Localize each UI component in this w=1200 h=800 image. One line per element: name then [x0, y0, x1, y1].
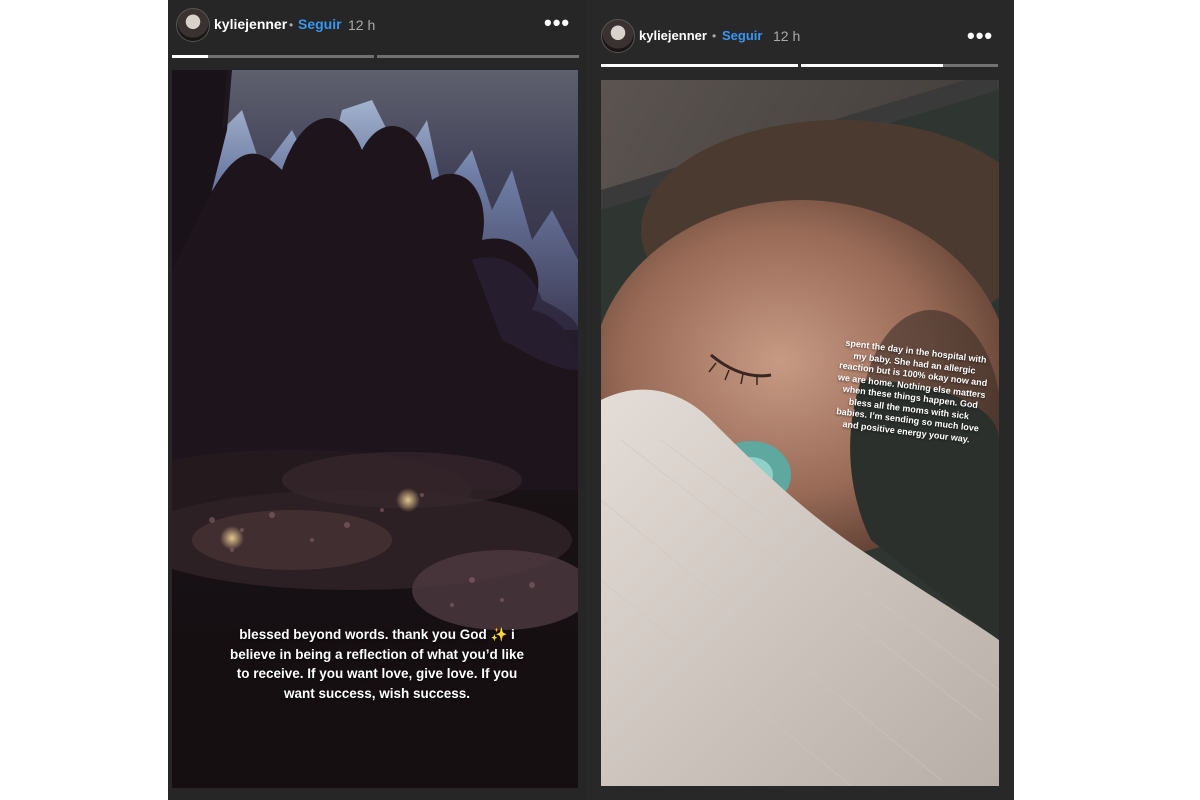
- more-options-icon[interactable]: •••: [967, 25, 993, 47]
- timestamp: 12 h: [773, 28, 801, 44]
- avatar[interactable]: [601, 19, 635, 53]
- story-panel-1: kyliejenner • Seguir 12 h ••• blessed be…: [168, 0, 586, 800]
- more-options-icon[interactable]: •••: [544, 12, 570, 34]
- progress-fill: [172, 55, 209, 58]
- avatar[interactable]: [176, 8, 210, 42]
- story-panel-2: kyliejenner • Seguir 12 h ••• spent the …: [586, 0, 1014, 800]
- progress-segment-1: [172, 55, 374, 58]
- username[interactable]: kyliejenner: [214, 16, 287, 32]
- timestamp: 12 h: [348, 17, 376, 33]
- story-caption: spent the day in the hospital with my ba…: [835, 337, 988, 444]
- progress-segment-2: [801, 64, 998, 67]
- progress-segment-1: [601, 64, 798, 67]
- follow-button[interactable]: Seguir: [298, 16, 342, 32]
- story-caption: blessed beyond words. thank you God ✨ i …: [229, 627, 525, 701]
- username[interactable]: kyliejenner: [639, 28, 707, 43]
- separator-dot: •: [712, 29, 717, 43]
- story-header: kyliejenner • Seguir 12 h •••: [586, 10, 1014, 60]
- progress-fill: [801, 64, 943, 67]
- follow-button[interactable]: Seguir: [722, 28, 762, 43]
- separator-dot: •: [289, 18, 294, 32]
- progress-segment-2: [377, 55, 579, 58]
- story-header: kyliejenner • Seguir 12 h •••: [168, 0, 586, 50]
- progress-fill: [601, 64, 798, 67]
